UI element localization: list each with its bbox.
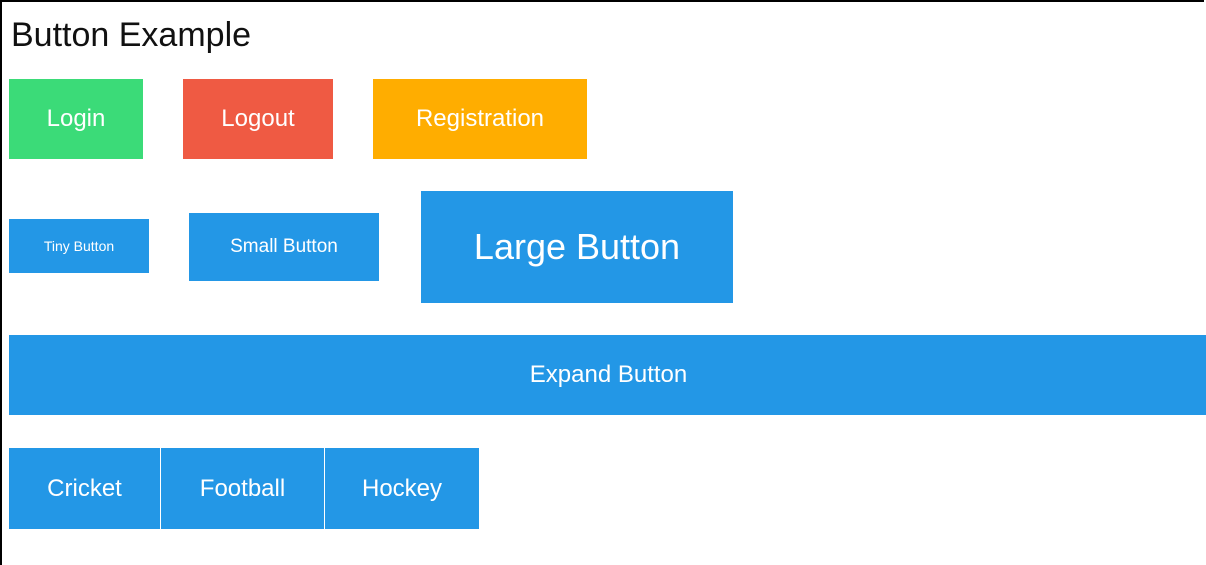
sport-button-group: Cricket Football Hockey — [9, 448, 479, 529]
page-frame: Button Example Login Logout Registration… — [0, 0, 1206, 565]
login-button[interactable]: Login — [9, 79, 143, 159]
cricket-button[interactable]: Cricket — [9, 448, 160, 529]
football-button[interactable]: Football — [160, 448, 324, 529]
expand-button[interactable]: Expand Button — [9, 335, 1206, 415]
page-title: Button Example — [11, 16, 252, 54]
logout-button[interactable]: Logout — [183, 79, 333, 159]
registration-button[interactable]: Registration — [373, 79, 587, 159]
large-button[interactable]: Large Button — [421, 191, 733, 303]
small-button[interactable]: Small Button — [189, 213, 379, 281]
hockey-button[interactable]: Hockey — [324, 448, 479, 529]
tiny-button[interactable]: Tiny Button — [9, 219, 149, 273]
